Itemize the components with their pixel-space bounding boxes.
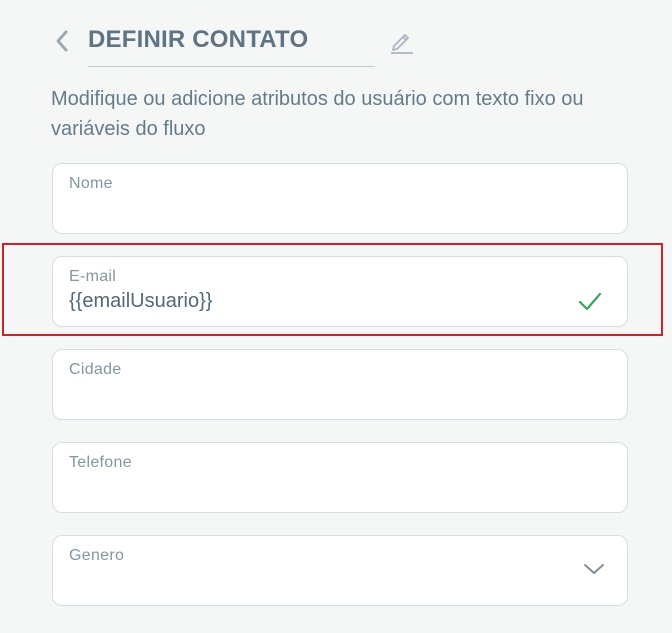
genero-select[interactable]: Genero — [52, 535, 628, 606]
back-button[interactable] — [50, 26, 74, 56]
chevron-down-icon[interactable] — [581, 560, 607, 578]
edit-title-button[interactable] — [387, 26, 417, 56]
panel-header: DEFINIR CONTATO — [0, 0, 672, 80]
email-label: E-mail — [69, 268, 117, 285]
telefone-field[interactable]: Telefone — [52, 442, 628, 513]
pencil-icon — [391, 34, 413, 54]
checkmark-icon — [578, 292, 602, 311]
cidade-label: Cidade — [69, 361, 122, 378]
nome-label: Nome — [69, 175, 113, 192]
email-field[interactable]: E-mail {{emailUsuario}} — [52, 256, 628, 327]
telefone-label: Telefone — [69, 454, 132, 471]
set-contact-panel: DEFINIR CONTATO Modifique ou adicione at… — [0, 0, 672, 633]
description-text: Modifique ou adicione atributos do usuár… — [51, 88, 584, 140]
nome-field[interactable]: Nome — [52, 163, 628, 234]
email-value: {{emailUsuario}} — [69, 290, 213, 312]
chevron-left-icon — [56, 30, 68, 52]
cidade-field[interactable]: Cidade — [52, 349, 628, 420]
genero-label: Genero — [69, 547, 125, 564]
page-title: DEFINIR CONTATO — [88, 25, 375, 67]
